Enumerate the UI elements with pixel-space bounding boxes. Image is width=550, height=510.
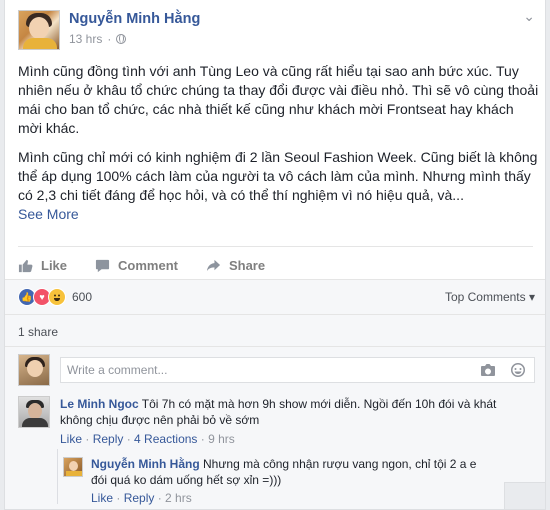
top-comments-dropdown[interactable]: Top Comments ▾ <box>445 290 535 304</box>
author-name[interactable]: Nguyễn Minh Hằng <box>69 11 200 27</box>
share-count[interactable]: 1 share <box>18 325 58 339</box>
post-body: Mình cũng đồng tình với anh Tùng Leo và … <box>18 62 540 224</box>
comment-reply-link[interactable]: Reply <box>93 432 124 446</box>
corner-panel <box>504 482 545 509</box>
reaction-count: 600 <box>72 290 93 304</box>
thumbs-up-icon <box>18 259 33 272</box>
globe-icon <box>116 34 127 44</box>
reply-thread-line <box>57 449 58 504</box>
post-actions: Like Comment Share <box>18 246 533 278</box>
share-button[interactable]: Share <box>206 252 265 278</box>
chevron-down-icon[interactable]: ⌄ <box>523 8 535 25</box>
comment-button[interactable]: Comment <box>95 252 178 278</box>
reply-author-name[interactable]: Nguyễn Minh Hằng <box>91 457 200 471</box>
see-more-link[interactable]: See More <box>18 206 79 222</box>
emoji-icon[interactable] <box>510 362 526 378</box>
comment-box <box>60 357 535 383</box>
comment-time: 9 hrs <box>208 432 235 446</box>
reactions-bar: 👍 ♥ 600 Top Comments ▾ <box>5 279 545 314</box>
comments-section: Le Minh Ngoc Tôi 7h có mặt mà hơn 9h sho… <box>5 346 545 509</box>
haha-reaction-icon <box>48 288 66 306</box>
comment-1-actions: Like · Reply · 4 Reactions · 9 hrs <box>60 432 235 446</box>
comment-like-link[interactable]: Like <box>60 432 82 446</box>
post-card: Nguyễn Minh Hằng 13 hrs · ⌄ Mình cũng đồ… <box>4 0 546 510</box>
comment-input[interactable] <box>61 358 453 382</box>
speech-bubble-icon <box>95 259 110 272</box>
like-button[interactable]: Like <box>18 252 67 278</box>
reply-1: Nguyễn Minh Hằng Nhưng mà công nhận rượu… <box>91 456 491 488</box>
post-paragraph-1: Mình cũng đồng tình với anh Tùng Leo và … <box>18 63 539 136</box>
post-paragraph-2: Mình cũng chỉ mới có kinh nghiệm đi 2 lầ… <box>18 149 538 203</box>
post-time[interactable]: 13 hrs <box>69 32 102 46</box>
reply-reply-link[interactable]: Reply <box>124 491 155 505</box>
commenter-avatar[interactable] <box>18 396 50 428</box>
comment-1: Le Minh Ngoc Tôi 7h có mặt mà hơn 9h sho… <box>60 396 530 428</box>
reply-1-actions: Like · Reply · 2 hrs <box>91 491 192 505</box>
commenter-name[interactable]: Le Minh Ngoc <box>60 397 139 411</box>
camera-icon[interactable] <box>480 362 496 378</box>
author-avatar[interactable] <box>18 10 60 50</box>
shares-row: 1 share <box>5 314 545 347</box>
current-user-avatar <box>18 354 50 386</box>
reply-like-link[interactable]: Like <box>91 491 113 505</box>
reaction-summary[interactable]: 👍 ♥ 600 <box>18 288 92 306</box>
reply-avatar[interactable] <box>63 457 83 477</box>
share-arrow-icon <box>206 259 221 271</box>
comment-reactions-link[interactable]: 4 Reactions <box>134 432 197 446</box>
post-meta: 13 hrs · <box>69 32 127 46</box>
reply-time: 2 hrs <box>165 491 192 505</box>
